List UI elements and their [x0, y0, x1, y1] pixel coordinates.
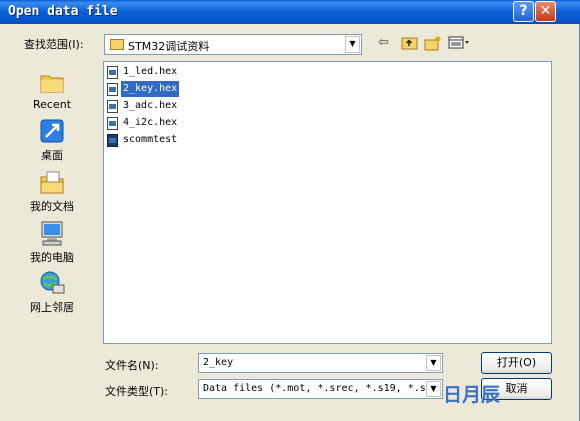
- title-bar[interactable]: Open data file ? ✕: [0, 0, 580, 24]
- place-label: 桌面: [41, 149, 63, 162]
- place-network[interactable]: 网上邻居: [24, 269, 80, 315]
- file-name-label: 文件名(N):: [105, 359, 159, 372]
- place-label: 网上邻居: [30, 301, 74, 314]
- file-name-input[interactable]: 2_key ▼: [198, 353, 443, 373]
- file-name-value: 2_key: [203, 357, 234, 368]
- network-places-icon: [38, 269, 66, 297]
- my-computer-icon: [38, 219, 66, 247]
- file-item[interactable]: 1_led.hex: [107, 64, 179, 80]
- file-name: scommtest: [123, 134, 178, 145]
- file-type-value: Data files (*.mot, *.srec, *.s19, *.s: [203, 383, 426, 394]
- watermark-logo: 日月辰: [443, 384, 501, 406]
- place-recent[interactable]: Recent: [24, 68, 80, 111]
- close-button[interactable]: ✕: [535, 1, 556, 22]
- file-list[interactable]: 1_led.hex 2_key.hex 3_adc.hex 4_i2c.hex …: [103, 61, 552, 344]
- place-desktop[interactable]: 桌面: [24, 117, 80, 163]
- look-in-dropdown[interactable]: STM32调试资料 ▼: [104, 34, 362, 55]
- up-folder-icon[interactable]: [401, 35, 418, 53]
- file-item-selected[interactable]: 2_key.hex: [107, 81, 180, 97]
- help-button[interactable]: ?: [513, 1, 534, 22]
- file-type-dropdown[interactable]: Data files (*.mot, *.srec, *.s19, *.s ▼: [198, 379, 443, 399]
- hex-file-icon: [107, 116, 118, 130]
- place-label: 我的文档: [30, 200, 74, 213]
- chevron-down-icon[interactable]: ▼: [426, 381, 441, 397]
- place-my-computer[interactable]: 我的电脑: [24, 219, 80, 265]
- file-name: 3_adc.hex: [123, 100, 178, 111]
- open-file-dialog: Open data file ? ✕ 查找范围(I): STM32调试资料 ▼ …: [0, 0, 580, 421]
- chevron-down-icon[interactable]: ▼: [345, 36, 360, 53]
- desktop-icon: [38, 117, 66, 145]
- file-item[interactable]: scommtest: [107, 132, 179, 148]
- open-button[interactable]: 打开(O): [481, 352, 552, 374]
- hex-file-icon: [107, 65, 118, 79]
- my-documents-icon: [38, 168, 66, 196]
- place-label: 我的电脑: [30, 251, 74, 264]
- folder-icon: [110, 39, 124, 50]
- place-my-documents[interactable]: 我的文档: [24, 168, 80, 214]
- file-name: 1_led.hex: [123, 66, 178, 77]
- file-name: 4_i2c.hex: [123, 117, 178, 128]
- hex-file-icon: [107, 99, 118, 113]
- file-name: 2_key.hex: [121, 81, 180, 97]
- look-in-value: STM32调试资料: [128, 40, 210, 53]
- places-bar: Recent 桌面 我的文档 我的电脑 网上邻居: [24, 62, 80, 322]
- file-item[interactable]: 3_adc.hex: [107, 98, 179, 114]
- hex-file-icon: [107, 82, 118, 96]
- window-title: Open data file: [8, 4, 118, 19]
- look-in-label: 查找范围(I):: [24, 38, 84, 51]
- back-arrow-icon[interactable]: ⇦: [378, 35, 389, 53]
- file-item[interactable]: 4_i2c.hex: [107, 115, 179, 131]
- new-folder-icon[interactable]: [424, 35, 442, 53]
- chevron-down-icon[interactable]: ▼: [426, 355, 441, 371]
- recent-folder-icon: [38, 68, 66, 96]
- file-type-label: 文件类型(T):: [105, 385, 169, 398]
- application-icon: [107, 133, 118, 147]
- view-menu-icon[interactable]: [448, 35, 470, 53]
- place-label: Recent: [32, 98, 72, 111]
